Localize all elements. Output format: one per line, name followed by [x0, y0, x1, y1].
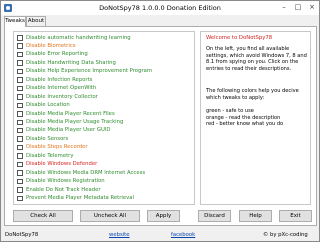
tweak-label: Disable Media Player User GUID: [26, 127, 111, 134]
minimize-button[interactable]: –: [278, 3, 290, 12]
tweak-checkbox[interactable]: [17, 127, 23, 134]
tweak-label: Disable automatic handwriting learning: [26, 34, 131, 41]
tweak-label: Prevent Media Player Metadata Retrieval: [26, 195, 134, 202]
tweak-checkbox[interactable]: [17, 195, 23, 202]
uncheck-all-button[interactable]: Uncheck All: [80, 210, 140, 222]
facebook-link[interactable]: facebook: [171, 232, 195, 238]
tweak-checkbox[interactable]: [17, 51, 23, 58]
tweak-checkbox[interactable]: [17, 161, 23, 168]
tweak-label: Disable Internet OpenWith: [26, 85, 97, 92]
color-legend: green - safe to use orange - read the de…: [206, 108, 310, 128]
tweak-label: Disable Sensors: [26, 135, 69, 142]
help-button[interactable]: Help: [239, 210, 272, 222]
tweak-label: Disable Error Reporting: [26, 51, 88, 58]
tweak-checkbox[interactable]: [17, 94, 23, 100]
title-bar: DoNotSpy78 1.0.0.0 Donation Edition – □ …: [1, 1, 319, 15]
tweak-label: Disable Help Experience Improvement Prog…: [26, 68, 152, 75]
website-link[interactable]: website: [109, 232, 130, 238]
tab-tweaks[interactable]: Tweaks: [4, 16, 26, 27]
tweak-checkbox[interactable]: [17, 102, 23, 109]
tweak-label: Enable Do Not Track Header: [26, 186, 101, 193]
app-window: DoNotSpy78 1.0.0.0 Donation Edition – □ …: [0, 0, 320, 242]
tweak-checkbox[interactable]: [17, 85, 23, 92]
maximize-button[interactable]: □: [292, 3, 304, 12]
status-credit: © by pXc-coding: [263, 232, 308, 238]
color-intro: The following colors help you decive whi…: [206, 88, 299, 101]
window-title: DoNotSpy78 1.0.0.0 Donation Edition: [99, 4, 221, 12]
exit-button[interactable]: Exit: [279, 210, 312, 222]
tweak-checkbox[interactable]: [17, 153, 23, 159]
tweak-label: Disable Media Player Usage Tracking: [26, 119, 124, 125]
apply-button[interactable]: Apply: [147, 210, 180, 222]
tweak-label: Disable Location: [26, 102, 70, 109]
welcome-heading: Welcome to DoNotSpy78: [206, 35, 273, 41]
status-app-name: DoNotSpy78: [5, 232, 39, 238]
tweak-list[interactable]: Disable automatic handwriting learning Di…: [13, 31, 195, 205]
tweak-label: Disable Windows Registration: [26, 178, 105, 185]
tweak-label: Disable Steps Recorder: [26, 144, 88, 151]
tweak-label: Disable Infection Reports: [26, 76, 93, 83]
tweak-label: Disable Biometrics: [26, 42, 76, 49]
check-all-button[interactable]: Check All: [13, 210, 73, 222]
tweak-checkbox[interactable]: [17, 144, 23, 151]
tab-about[interactable]: About: [26, 16, 46, 26]
tweak-checkbox[interactable]: [17, 43, 23, 49]
status-bar: DoNotSpy78 website facebook © by pXc-cod…: [1, 230, 319, 241]
tweak-checkbox[interactable]: [17, 60, 23, 66]
tweak-checkbox[interactable]: [17, 136, 23, 142]
tweak-checkbox[interactable]: [17, 77, 23, 83]
discard-button[interactable]: Discard: [198, 210, 231, 222]
tweak-label: Disable Telemetry: [26, 152, 74, 159]
tweak-label: Disable Handwriting Data Sharing: [26, 59, 116, 66]
tweak-checkbox[interactable]: [17, 170, 23, 176]
tweak-label: Disable Media Player Recent Files: [26, 110, 115, 117]
tweak-checkbox[interactable]: [17, 111, 23, 117]
tweak-checkbox[interactable]: [17, 119, 23, 125]
tweak-checkbox[interactable]: [17, 68, 23, 75]
info-description: On the left, you find all available sett…: [206, 46, 307, 72]
tweak-label: Disable Inventory Collector: [26, 93, 98, 100]
info-panel: Welcome to DoNotSpy78 On the left, you f…: [200, 31, 311, 205]
tweak-label: Disable Windows Media DRM Internet Acces…: [26, 169, 146, 176]
legend-red: red - better know what you do: [206, 121, 284, 128]
close-button[interactable]: ×: [306, 3, 318, 12]
tweak-checkbox[interactable]: [17, 35, 23, 41]
tweak-checkbox[interactable]: [17, 187, 23, 193]
legend-green: green - safe to use: [206, 108, 254, 114]
tweak-label: Disable Windows Defender: [26, 161, 98, 168]
tweak-checkbox[interactable]: [17, 178, 23, 185]
legend-orange: orange - read the description: [206, 114, 281, 121]
